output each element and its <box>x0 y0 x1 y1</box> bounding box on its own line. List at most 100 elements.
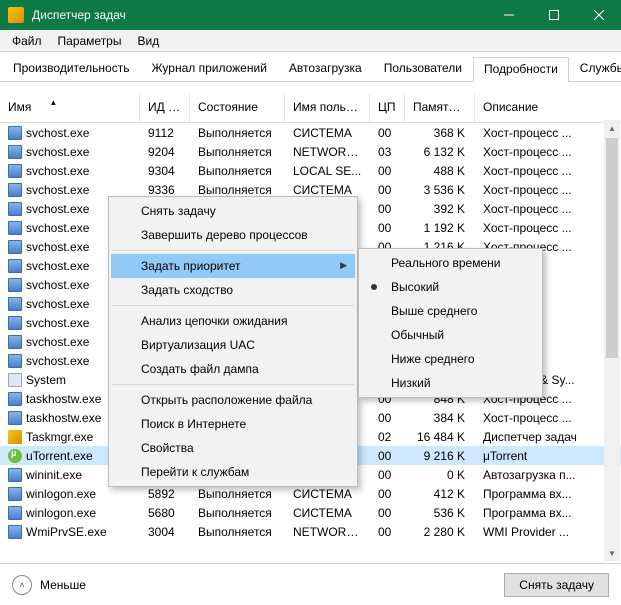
process-description: μTorrent <box>475 449 621 463</box>
process-icon <box>8 164 22 178</box>
process-description: Хост-процесс ... <box>475 221 621 235</box>
process-name: svchost.exe <box>26 354 89 368</box>
ctx-open-location[interactable]: Открыть расположение файла <box>111 388 355 412</box>
process-description: Хост-процесс ... <box>475 126 621 140</box>
process-cpu: 00 <box>370 221 405 235</box>
ctx-set-priority[interactable]: Задать приоритет▶ <box>111 254 355 278</box>
process-status: Выполняется <box>190 164 285 178</box>
process-icon <box>8 183 22 197</box>
close-button[interactable] <box>576 0 621 30</box>
fewer-details-button[interactable]: ˄ Меньше <box>12 575 86 595</box>
process-name: wininit.exe <box>26 468 82 482</box>
process-icon <box>8 259 22 273</box>
process-icon <box>8 126 22 140</box>
process-icon <box>8 487 22 501</box>
process-icon <box>8 525 22 539</box>
process-status: Выполняется <box>190 145 285 159</box>
tab-startup[interactable]: Автозагрузка <box>278 56 373 81</box>
ctx-end-task[interactable]: Снять задачу <box>111 199 355 223</box>
maximize-button[interactable] <box>531 0 576 30</box>
ctx-set-affinity[interactable]: Задать сходство <box>111 278 355 302</box>
priority-normal[interactable]: Обычный <box>361 323 540 347</box>
col-pid[interactable]: ИД п... <box>140 94 190 122</box>
process-name: winlogon.exe <box>26 487 96 501</box>
ctx-uac[interactable]: Виртуализация UAC <box>111 333 355 357</box>
tab-users[interactable]: Пользователи <box>373 56 473 81</box>
process-name: svchost.exe <box>26 183 89 197</box>
process-cpu: 00 <box>370 183 405 197</box>
ctx-end-tree[interactable]: Завершить дерево процессов <box>111 223 355 247</box>
priority-realtime[interactable]: Реального времени <box>361 251 540 275</box>
process-memory: 536 K <box>405 506 475 520</box>
scroll-down-icon[interactable]: ▼ <box>604 545 620 561</box>
process-user: LOCAL SE... <box>285 164 370 178</box>
priority-below-normal[interactable]: Ниже среднего <box>361 347 540 371</box>
table-row[interactable]: svchost.exe9304ВыполняетсяLOCAL SE...004… <box>0 161 621 180</box>
process-icon <box>8 221 22 235</box>
process-memory: 412 K <box>405 487 475 501</box>
process-description: Хост-процесс ... <box>475 145 621 159</box>
priority-low[interactable]: Низкий <box>361 371 540 395</box>
col-description[interactable]: Описание <box>475 94 621 122</box>
menu-view[interactable]: Вид <box>129 32 167 50</box>
process-status: Выполняется <box>190 506 285 520</box>
ctx-dump[interactable]: Создать файл дампа <box>111 357 355 381</box>
process-user: СИСТЕМА <box>285 126 370 140</box>
minimize-button[interactable] <box>486 0 531 30</box>
menu-file[interactable]: Файл <box>4 32 50 50</box>
chevron-up-icon: ˄ <box>12 575 32 595</box>
process-icon <box>8 145 22 159</box>
process-memory: 2 280 K <box>405 525 475 539</box>
process-status: Выполняется <box>190 183 285 197</box>
table-row[interactable]: winlogon.exe5680ВыполняетсяСИСТЕМА00536 … <box>0 503 621 522</box>
process-pid: 9304 <box>140 164 190 178</box>
process-name: svchost.exe <box>26 164 89 178</box>
bullet-icon <box>371 284 377 290</box>
process-icon <box>8 335 22 349</box>
process-cpu: 00 <box>370 487 405 501</box>
col-user[interactable]: Имя польз... <box>285 94 370 122</box>
ctx-properties[interactable]: Свойства <box>111 436 355 460</box>
ctx-wait-chain[interactable]: Анализ цепочки ожидания <box>111 309 355 333</box>
process-memory: 392 K <box>405 202 475 216</box>
tab-performance[interactable]: Производительность <box>2 56 140 81</box>
col-name[interactable]: Имя▲ <box>0 94 140 122</box>
process-name: WmiPrvSE.exe <box>26 525 107 539</box>
process-name: taskhostw.exe <box>26 392 101 406</box>
process-pid: 9112 <box>140 126 190 140</box>
table-row[interactable]: svchost.exe9204ВыполняетсяNETWORK...036 … <box>0 142 621 161</box>
process-icon <box>8 468 22 482</box>
col-cpu[interactable]: ЦП <box>370 94 405 122</box>
process-user: СИСТЕМА <box>285 487 370 501</box>
tab-app-history[interactable]: Журнал приложений <box>140 56 277 81</box>
scroll-thumb[interactable] <box>606 138 618 358</box>
menu-options[interactable]: Параметры <box>50 32 130 50</box>
ctx-search-online[interactable]: Поиск в Интернете <box>111 412 355 436</box>
process-description: Хост-процесс ... <box>475 202 621 216</box>
process-icon <box>8 354 22 368</box>
process-name: svchost.exe <box>26 145 89 159</box>
process-status: Выполняется <box>190 525 285 539</box>
ctx-goto-services[interactable]: Перейти к службам <box>111 460 355 484</box>
process-description: Диспетчер задач <box>475 430 621 444</box>
process-icon <box>8 297 22 311</box>
vertical-scrollbar[interactable]: ▲ ▼ <box>604 120 620 561</box>
process-icon <box>8 373 22 387</box>
col-memory[interactable]: Память (ч... <box>405 94 475 122</box>
col-status[interactable]: Состояние <box>190 94 285 122</box>
priority-high[interactable]: Высокий <box>361 275 540 299</box>
process-cpu: 00 <box>370 525 405 539</box>
end-task-button[interactable]: Снять задачу <box>504 573 609 597</box>
footer: ˄ Меньше Снять задачу <box>0 563 621 605</box>
table-row[interactable]: WmiPrvSE.exe3004ВыполняетсяNETWORK...002… <box>0 522 621 541</box>
process-cpu: 02 <box>370 430 405 444</box>
table-row[interactable]: svchost.exe9112ВыполняетсяСИСТЕМА00368 K… <box>0 123 621 142</box>
process-description: Хост-процесс ... <box>475 164 621 178</box>
app-icon <box>8 7 24 23</box>
scroll-up-icon[interactable]: ▲ <box>604 120 620 136</box>
priority-above-normal[interactable]: Выше среднего <box>361 299 540 323</box>
tab-details[interactable]: Подробности <box>473 57 569 82</box>
tab-services[interactable]: Службы <box>569 56 621 81</box>
process-description: Хост-процесс ... <box>475 183 621 197</box>
process-cpu: 00 <box>370 164 405 178</box>
